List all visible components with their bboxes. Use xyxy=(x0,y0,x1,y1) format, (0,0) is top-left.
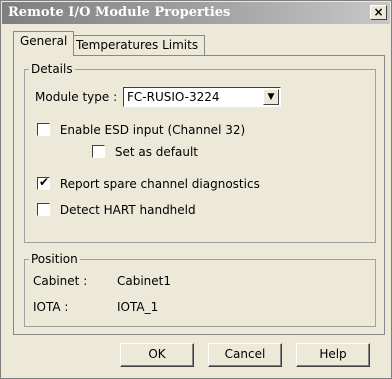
close-icon: × xyxy=(373,5,384,19)
cabinet-value: Cabinet1 xyxy=(117,274,172,288)
enable-esd-checkbox[interactable] xyxy=(37,123,50,136)
ok-button-label: OK xyxy=(148,347,166,361)
cancel-button-label: Cancel xyxy=(224,347,266,361)
detect-hart-label: Detect HART handheld xyxy=(59,203,196,217)
report-spare-row[interactable]: ✔ Report spare channel diagnostics xyxy=(37,175,260,191)
iota-value: IOTA_1 xyxy=(117,300,159,314)
title-bar[interactable]: Remote I/O Module Properties × xyxy=(2,2,390,24)
cabinet-row: Cabinet : xyxy=(33,274,87,288)
detect-hart-row[interactable]: Detect HART handheld xyxy=(37,203,196,217)
module-type-value: FC-RUSIO-3224 xyxy=(127,90,220,104)
properties-dialog: Remote I/O Module Properties × General T… xyxy=(0,0,392,379)
dialog-title: Remote I/O Module Properties xyxy=(8,5,231,20)
enable-esd-label: Enable ESD input (Channel 32) xyxy=(59,123,246,137)
report-spare-checkbox[interactable]: ✔ xyxy=(37,175,50,190)
tab-general[interactable]: General xyxy=(13,31,75,56)
help-button[interactable]: Help xyxy=(296,343,370,367)
cabinet-value-row: Cabinet1 xyxy=(117,274,171,288)
close-button[interactable]: × xyxy=(370,5,387,20)
iota-label: IOTA : xyxy=(33,300,69,314)
set-default-checkbox[interactable] xyxy=(92,145,105,158)
module-type-row: Module type : FC-RUSIO-3224 ▼ xyxy=(35,87,281,107)
tab-panel-general: Details Module type : FC-RUSIO-3224 ▼ En… xyxy=(13,55,385,335)
tab-temperatures-limits[interactable]: Temperatures Limits xyxy=(69,35,206,55)
iota-row: IOTA : xyxy=(33,300,68,314)
enable-esd-row[interactable]: Enable ESD input (Channel 32) xyxy=(37,123,245,137)
help-button-label: Help xyxy=(319,347,347,361)
chevron-down-icon[interactable]: ▼ xyxy=(263,89,279,105)
iota-value-row: IOTA_1 xyxy=(117,300,158,314)
tab-temperatures-limits-label: Temperatures Limits xyxy=(76,38,199,52)
ok-button[interactable]: OK xyxy=(120,343,194,367)
detect-hart-checkbox[interactable] xyxy=(37,203,50,216)
cancel-button[interactable]: Cancel xyxy=(208,343,282,367)
cabinet-label: Cabinet : xyxy=(33,274,88,288)
module-type-label: Module type : xyxy=(35,90,118,104)
tab-general-label: General xyxy=(20,34,68,48)
position-group-label: Position xyxy=(29,252,80,266)
details-group-label: Details xyxy=(29,62,75,76)
set-default-row[interactable]: Set as default xyxy=(92,145,198,159)
checkmark-icon: ✔ xyxy=(39,175,50,189)
details-group: Details Module type : FC-RUSIO-3224 ▼ En… xyxy=(24,62,376,243)
set-default-label: Set as default xyxy=(114,145,198,159)
module-type-select[interactable]: FC-RUSIO-3224 ▼ xyxy=(123,87,281,107)
report-spare-label: Report spare channel diagnostics xyxy=(59,177,260,191)
position-group: Position Cabinet : Cabinet1 IOTA : IOTA_… xyxy=(24,252,376,327)
